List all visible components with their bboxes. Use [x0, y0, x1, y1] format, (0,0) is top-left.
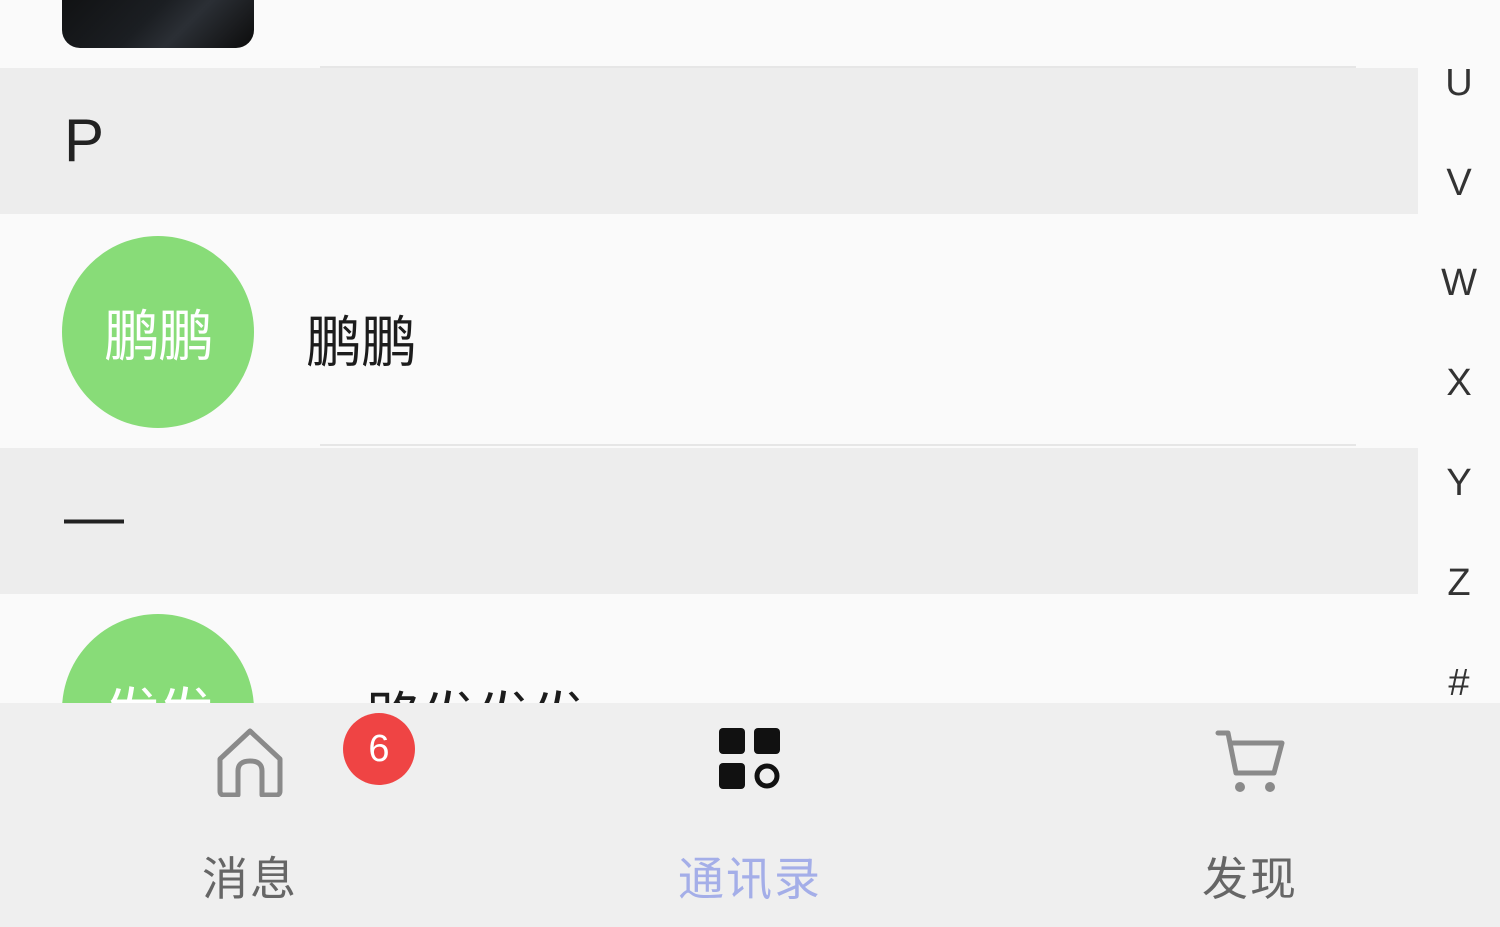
contact-row[interactable]: 鹏鹏 鹏鹏 [0, 214, 1418, 446]
section-header-other: — [0, 448, 1418, 594]
section-letter: P [64, 107, 105, 174]
tab-discover[interactable]: 发现 [1000, 703, 1500, 927]
bottom-tab-bar: 6 消息 通讯录 发现 [0, 703, 1500, 927]
index-letter-y[interactable]: Y [1418, 462, 1500, 505]
contact-name: 鹏鹏 [306, 311, 417, 376]
index-letter-x[interactable]: X [1418, 362, 1500, 405]
alphabet-index[interactable]: U V W X Y Z # [1418, 0, 1500, 705]
contact-avatar: 发发 [62, 614, 254, 703]
tab-label: 通讯录 [678, 852, 822, 906]
tab-messages[interactable]: 6 消息 [0, 703, 500, 927]
grid-icon [719, 728, 780, 789]
contact-avatar: 鹏鹏 [62, 236, 254, 428]
index-letter-v[interactable]: V [1418, 162, 1500, 205]
row-divider [320, 444, 1356, 446]
contact-row[interactable] [0, 0, 1418, 68]
avatar-text: 鹏鹏 [104, 304, 214, 370]
tab-label: 发现 [1202, 852, 1298, 906]
index-letter-z[interactable]: Z [1418, 562, 1500, 605]
section-letter: — [64, 483, 124, 550]
badge-count: 6 [368, 727, 390, 770]
index-letter-u[interactable]: U [1418, 62, 1500, 105]
index-letter-hash[interactable]: # [1418, 662, 1500, 705]
contact-row[interactable]: 发发 路发发发 [0, 594, 1418, 703]
section-header-p: P [0, 68, 1418, 214]
tab-label: 消息 [202, 852, 298, 906]
unread-badge: 6 [343, 713, 415, 785]
avatar-text: 发发 [104, 670, 214, 704]
contact-list: P 鹏鹏 鹏鹏 — 发发 路发发发 [0, 0, 1418, 703]
cart-icon [1215, 730, 1285, 792]
index-letter-w[interactable]: W [1418, 262, 1500, 305]
contact-name: 路发发发 [366, 674, 587, 703]
contact-avatar-photo [62, 0, 254, 48]
home-icon [217, 728, 283, 797]
tab-contacts[interactable]: 通讯录 [500, 703, 1000, 927]
